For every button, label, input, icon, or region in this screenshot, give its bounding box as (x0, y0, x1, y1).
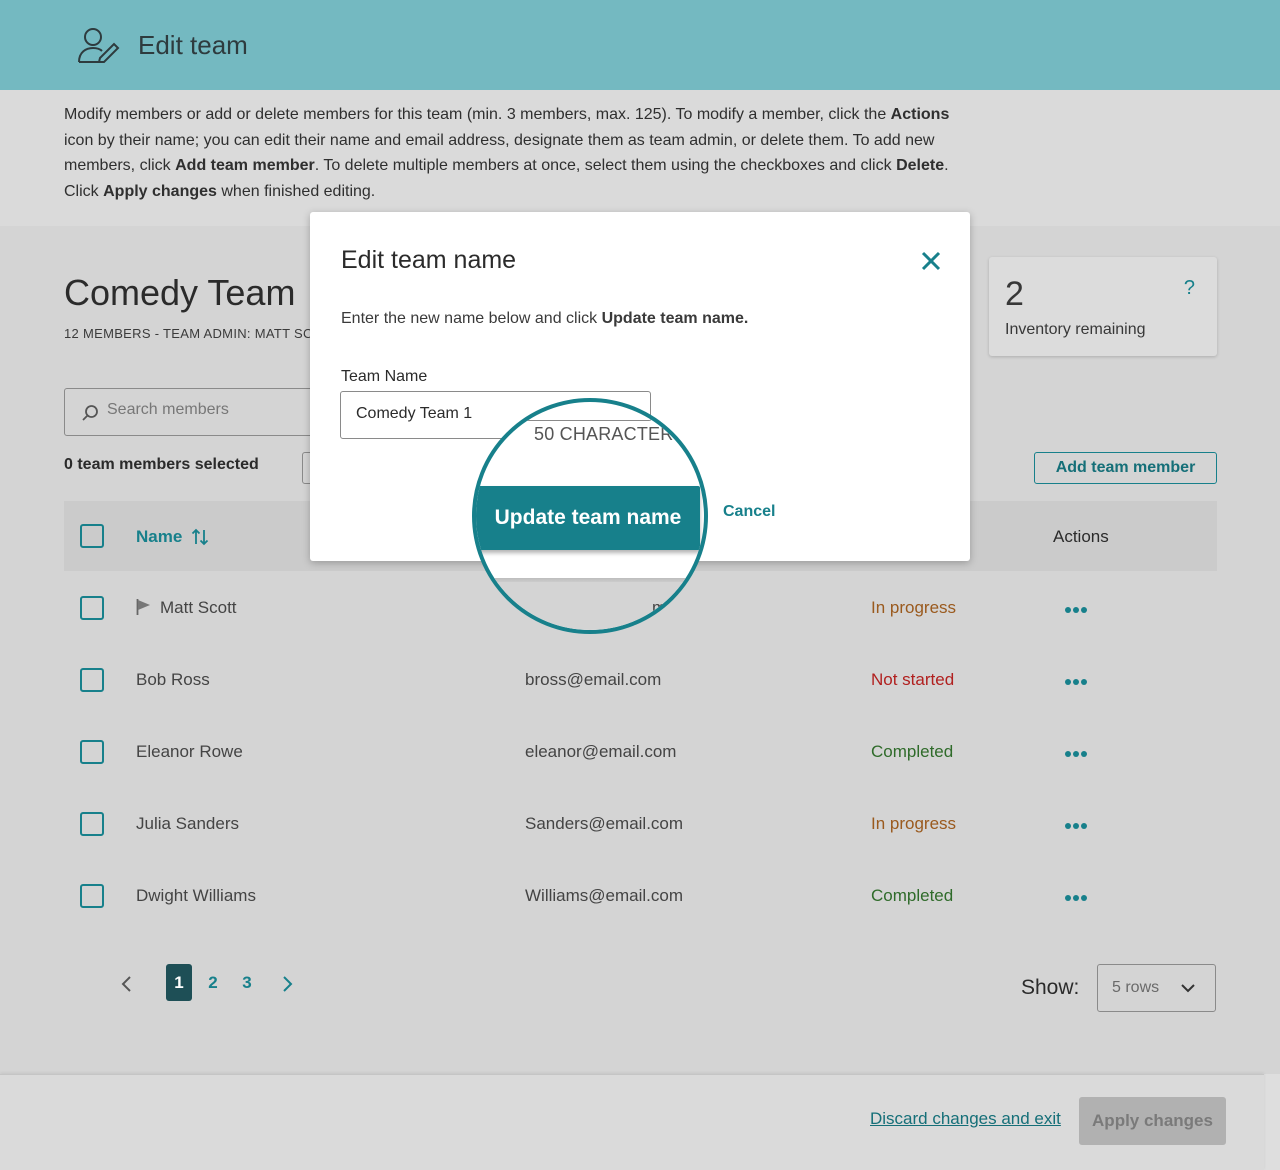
status-badge: In progress (871, 814, 957, 833)
help-icon[interactable]: ? (1184, 277, 1195, 300)
sort-icon[interactable] (191, 528, 209, 546)
cancel-button[interactable]: Cancel (723, 503, 775, 521)
member-email: Williams@email.com (525, 886, 683, 905)
rows-per-page-label: Show: (1021, 976, 1080, 999)
magnifier-callout: 50 CHARACTERS Update team name m (472, 398, 708, 634)
name-column-header[interactable]: Name (136, 527, 182, 547)
selected-count: 0 team members selected (64, 456, 259, 473)
intro-section: Modify members or add or delete members … (0, 90, 1280, 226)
row-checkbox[interactable] (80, 596, 104, 620)
more-actions-icon[interactable] (1064, 606, 1088, 614)
select-all-checkbox[interactable] (80, 524, 104, 548)
status-badge: Completed (871, 742, 954, 761)
apply-changes-button[interactable]: Apply changes (1079, 1097, 1226, 1145)
intro-text: Modify members or add or delete members … (64, 106, 950, 201)
member-name: Julia Sanders (136, 814, 240, 833)
row-checkbox[interactable] (80, 884, 104, 908)
member-email: Sanders@email.com (525, 814, 684, 833)
inventory-count: 2 (1005, 275, 1024, 313)
team-name-label: Team Name (341, 368, 428, 385)
member-name: Eleanor Rowe (136, 742, 243, 761)
member-email: eleanor@email.com (525, 742, 677, 761)
edit-user-icon (78, 28, 120, 63)
page-3-button[interactable]: 3 (234, 964, 260, 1001)
status-badge: Completed (871, 886, 954, 905)
search-icon (82, 405, 98, 421)
update-team-name-button[interactable]: Update team name (476, 486, 700, 550)
inventory-card: 2 Inventory remaining ? (989, 257, 1217, 356)
page-1-button[interactable]: 1 (166, 964, 192, 1001)
dialog-title: Edit team name (341, 246, 517, 274)
add-team-member-button[interactable]: Add team member (1034, 452, 1217, 484)
member-name: Bob Ross (136, 670, 210, 689)
more-actions-icon[interactable] (1064, 822, 1088, 830)
more-actions-icon[interactable] (1064, 894, 1088, 902)
member-email: bross@email.com (525, 670, 662, 689)
row-checkbox[interactable] (80, 740, 104, 764)
dialog-description: Enter the new name below and click Updat… (341, 310, 749, 327)
magnified-background (476, 582, 704, 630)
actions-column-header: Actions (1053, 527, 1109, 546)
row-checkbox[interactable] (80, 812, 104, 836)
rows-per-page-select[interactable]: 5 rows (1097, 964, 1216, 1012)
chevron-left-icon[interactable] (118, 974, 136, 994)
magnified-email-fragment: m (652, 598, 667, 617)
team-meta: 12 MEMBERS - TEAM ADMIN: MATT SC (64, 326, 313, 341)
status-badge: In progress (871, 598, 957, 617)
chevron-down-icon (1181, 984, 1195, 993)
inventory-label: Inventory remaining (1005, 321, 1146, 338)
member-name: Dwight Williams (136, 886, 256, 905)
table-row: Eleanor Rowe eleanor@email.com Completed (64, 716, 1217, 788)
page-title: Edit team (138, 30, 248, 60)
character-limit-hint: 50 CHARACTERS (534, 424, 686, 444)
team-title: Comedy Team (64, 272, 296, 313)
more-actions-icon[interactable] (1064, 750, 1088, 758)
footer-bar: Discard changes and exit Apply changes (0, 1074, 1264, 1170)
row-checkbox[interactable] (80, 668, 104, 692)
magnified-field-edge (476, 402, 652, 421)
page-2-button[interactable]: 2 (200, 964, 226, 1001)
table-row: Bob Ross bross@email.com Not started (64, 644, 1217, 716)
search-field[interactable] (64, 388, 314, 436)
close-icon[interactable] (920, 250, 942, 272)
page-header: Edit team (0, 0, 1280, 90)
rows-per-page-value: 5 rows (1112, 979, 1160, 996)
flag-icon (136, 599, 150, 615)
table-row: Julia Sanders Sanders@email.com In progr… (64, 788, 1217, 860)
search-input[interactable] (107, 401, 307, 419)
table-row: Dwight Williams Williams@email.com Compl… (64, 860, 1217, 932)
chevron-right-icon[interactable] (278, 974, 296, 994)
discard-changes-link[interactable]: Discard changes and exit (870, 1109, 1061, 1129)
status-badge: Not started (871, 670, 955, 689)
member-name: Matt Scott (160, 598, 237, 617)
more-actions-icon[interactable] (1064, 678, 1088, 686)
